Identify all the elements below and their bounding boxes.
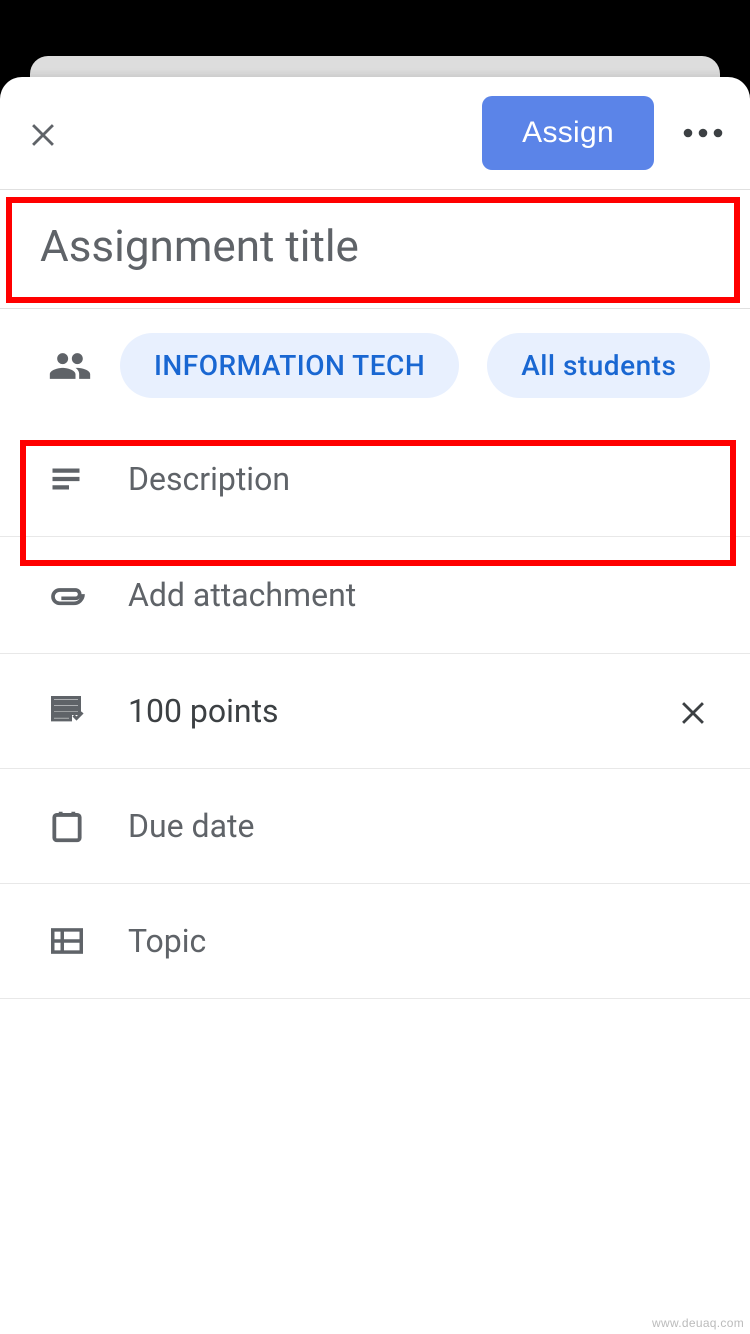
- attachment-icon: [48, 575, 92, 615]
- topic-label: Topic: [128, 922, 710, 960]
- due-date-row[interactable]: Due date: [0, 769, 750, 884]
- people-icon: [48, 344, 92, 388]
- points-icon: [48, 693, 92, 729]
- calendar-icon: [48, 807, 92, 845]
- assignment-title-row[interactable]: [0, 189, 750, 309]
- description-label: Description: [128, 460, 710, 498]
- create-assignment-modal: Assign INFORMATION TECH All students Des…: [0, 77, 750, 1334]
- class-chip[interactable]: INFORMATION TECH: [120, 333, 459, 398]
- points-label: 100 points: [128, 692, 640, 730]
- modal-header: Assign: [0, 77, 750, 189]
- assign-button[interactable]: Assign: [482, 96, 654, 170]
- topic-icon: [48, 922, 92, 960]
- close-icon[interactable]: [26, 116, 60, 150]
- description-row[interactable]: Description: [0, 422, 750, 537]
- attachment-label: Add attachment: [128, 576, 710, 614]
- topic-row[interactable]: Topic: [0, 884, 750, 999]
- more-options-icon[interactable]: [682, 127, 724, 139]
- points-row[interactable]: 100 points: [0, 654, 750, 769]
- due-date-label: Due date: [128, 807, 710, 845]
- students-chip[interactable]: All students: [487, 333, 710, 398]
- watermark: www.deuaq.com: [652, 1316, 744, 1330]
- description-icon: [48, 461, 92, 497]
- audience-row: INFORMATION TECH All students: [0, 309, 750, 422]
- attachment-row[interactable]: Add attachment: [0, 537, 750, 654]
- clear-points-icon[interactable]: [676, 694, 710, 728]
- assignment-title-input[interactable]: [40, 220, 710, 272]
